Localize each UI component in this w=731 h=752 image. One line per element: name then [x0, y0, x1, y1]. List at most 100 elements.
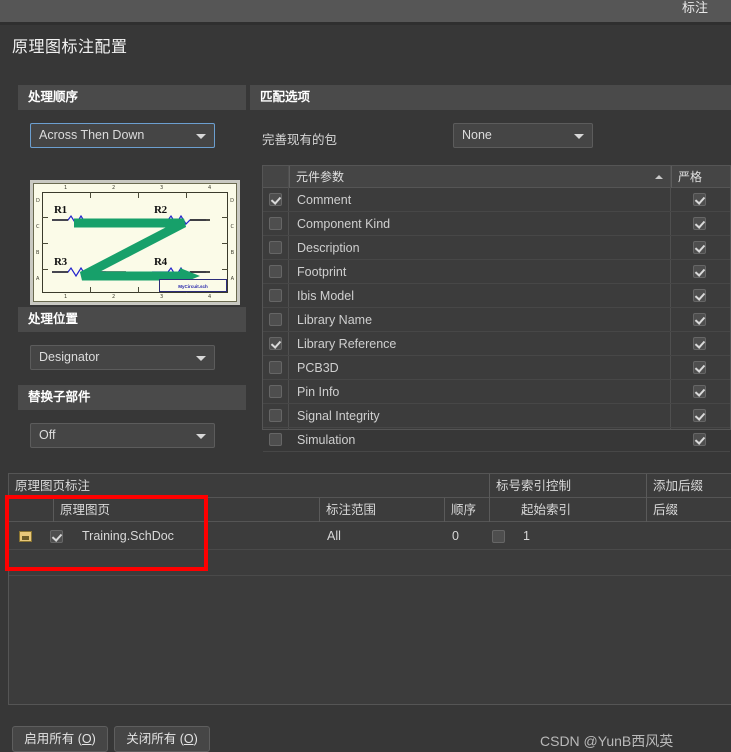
parameter-strict-checkbox[interactable] — [693, 241, 706, 254]
process-location-value: Designator — [39, 350, 100, 364]
cell-sheet: Training.SchDoc — [82, 529, 174, 543]
enable-all-label-end: ) — [91, 732, 96, 746]
chevron-down-icon — [574, 134, 584, 139]
disable-all-label: 关闭所有 ( — [126, 732, 184, 746]
column-header-order[interactable]: 顺序 — [444, 498, 489, 522]
right-panel: 匹配选项 完善现有的包 None 元件参数 严格 Comment Componen… — [250, 55, 731, 452]
chevron-down-icon — [196, 356, 206, 361]
parameter-enabled-checkbox[interactable] — [269, 337, 282, 350]
disable-all-label-end: ) — [193, 732, 198, 746]
parameter-enabled-checkbox[interactable] — [269, 289, 282, 302]
enable-all-button[interactable]: 启用所有 (O) — [12, 726, 108, 752]
table-row[interactable]: Training.SchDoc All 0 1 — [9, 522, 731, 550]
group-header-index-control: 标号索引控制 — [489, 474, 646, 498]
disable-all-button[interactable]: 关闭所有 (O) — [114, 726, 210, 752]
cell-start-index: 1 — [523, 529, 530, 543]
parameter-name: PCB3D — [297, 361, 339, 375]
page-title: 原理图标注配置 — [12, 39, 128, 56]
table-row[interactable]: Signal Integrity — [263, 404, 730, 428]
parameter-name: Footprint — [297, 265, 347, 279]
table-row[interactable]: Library Reference — [263, 332, 730, 356]
cell-suffix — [648, 522, 654, 550]
chevron-down-icon — [196, 434, 206, 439]
column-header-scope[interactable]: 标注范围 — [319, 498, 444, 522]
cell-scope: All — [327, 529, 341, 543]
sheet-table-column-header: 原理图页 标注范围 顺序 起始索引 后缀 — [9, 498, 731, 522]
parameter-table-header: 元件参数 严格 — [263, 166, 730, 188]
parameter-name: Description — [297, 241, 360, 255]
sheet-enabled-checkbox[interactable] — [50, 530, 63, 543]
existing-packages-combo[interactable]: None — [453, 123, 593, 148]
parameter-strict-checkbox[interactable] — [693, 313, 706, 326]
parameter-strict-checkbox[interactable] — [693, 337, 706, 350]
process-location-combo[interactable]: Designator — [30, 345, 215, 370]
disable-all-accel: O — [183, 732, 194, 746]
table-row[interactable]: Component Kind — [263, 212, 730, 236]
column-header-parameter[interactable]: 元件参数 — [289, 166, 671, 188]
group-header-add-suffix: 添加后缀 — [646, 474, 731, 498]
group-header-sheets: 原理图页标注 — [15, 479, 91, 493]
parameter-strict-checkbox[interactable] — [693, 217, 706, 230]
sheet-annotation-table: 原理图页标注 标号索引控制 添加后缀 原理图页 标注范围 顺序 起始索引 后缀 … — [8, 473, 731, 705]
parameter-enabled-checkbox[interactable] — [269, 265, 282, 278]
parameter-name: Library Name — [297, 313, 373, 327]
parameter-enabled-checkbox[interactable] — [269, 313, 282, 326]
section-header-process-location: 处理位置 — [18, 307, 246, 332]
table-row[interactable]: Ibis Model — [263, 284, 730, 308]
parameter-strict-checkbox[interactable] — [693, 385, 706, 398]
enable-all-label: 启用所有 ( — [24, 732, 82, 746]
table-row[interactable]: Comment — [263, 188, 730, 212]
column-header-sheet[interactable]: 原理图页 — [53, 498, 319, 522]
parameter-strict-checkbox[interactable] — [693, 289, 706, 302]
table-row[interactable]: PCB3D — [263, 356, 730, 380]
parameter-name: Comment — [297, 193, 352, 207]
existing-packages-label: 完善现有的包 — [262, 133, 338, 147]
table-row[interactable]: Library Name — [263, 308, 730, 332]
process-order-combo[interactable]: Across Then Down — [30, 123, 215, 148]
watermark: CSDN @YunB西风英 — [540, 733, 674, 749]
table-empty-row — [9, 550, 731, 576]
replace-subpart-combo[interactable]: Off — [30, 423, 215, 448]
sheet-table-group-header: 原理图页标注 标号索引控制 添加后缀 — [9, 474, 731, 498]
column-header-start-index[interactable]: 起始索引 — [515, 498, 646, 522]
parameter-name: Ibis Model — [297, 289, 354, 303]
chevron-down-icon — [196, 134, 206, 139]
parameter-enabled-checkbox[interactable] — [269, 385, 282, 398]
parameter-enabled-checkbox[interactable] — [269, 409, 282, 422]
parameter-strict-checkbox[interactable] — [693, 265, 706, 278]
resistor-label-r2: R2 — [154, 204, 167, 216]
column-header-strict[interactable]: 严格 — [671, 166, 731, 188]
parameter-name: Component Kind — [297, 217, 391, 231]
column-header-suffix[interactable]: 后缀 — [646, 498, 731, 522]
parameter-strict-checkbox[interactable] — [693, 409, 706, 422]
parameter-strict-checkbox[interactable] — [693, 361, 706, 374]
table-row[interactable]: Pin Info — [263, 380, 730, 404]
cell-order: 0 — [452, 529, 459, 543]
enable-all-accel: O — [81, 732, 92, 746]
sort-ascending-icon — [655, 175, 663, 179]
table-row[interactable]: Description — [263, 236, 730, 260]
resistor-label-r4: R4 — [154, 256, 167, 268]
parameter-strict-checkbox[interactable] — [693, 193, 706, 206]
parameter-strict-checkbox[interactable] — [693, 433, 706, 446]
annotation-order-preview: 1 2 3 4 1 2 3 4 D C B A D C B A R1 R2 R3… — [30, 180, 240, 305]
parameter-name: Simulation — [297, 433, 356, 447]
section-header-replace-subpart: 替换子部件 — [18, 385, 246, 410]
parameter-enabled-checkbox[interactable] — [269, 241, 282, 254]
replace-subpart-value: Off — [39, 428, 56, 442]
parameter-enabled-checkbox[interactable] — [269, 361, 282, 374]
resistor-label-r3: R3 — [54, 256, 67, 268]
parameter-enabled-checkbox[interactable] — [269, 433, 282, 446]
parameter-enabled-checkbox[interactable] — [269, 217, 282, 230]
schematic-title-block: MyCircuit.sch — [159, 279, 227, 292]
index-enabled-checkbox[interactable] — [492, 530, 505, 543]
parameter-name: Pin Info — [297, 385, 340, 399]
tab-annotate[interactable]: 标注 — [660, 0, 730, 22]
left-panel: 处理顺序 Across Then Down 1 2 3 4 1 2 3 4 D … — [8, 55, 246, 448]
table-row[interactable]: Simulation — [263, 428, 730, 452]
parameter-name: Library Reference — [297, 337, 397, 351]
parameter-enabled-checkbox[interactable] — [269, 193, 282, 206]
table-row[interactable]: Footprint — [263, 260, 730, 284]
index-enable-col — [489, 498, 515, 522]
component-parameter-table: 元件参数 严格 Comment Component Kind Description… — [262, 165, 731, 452]
